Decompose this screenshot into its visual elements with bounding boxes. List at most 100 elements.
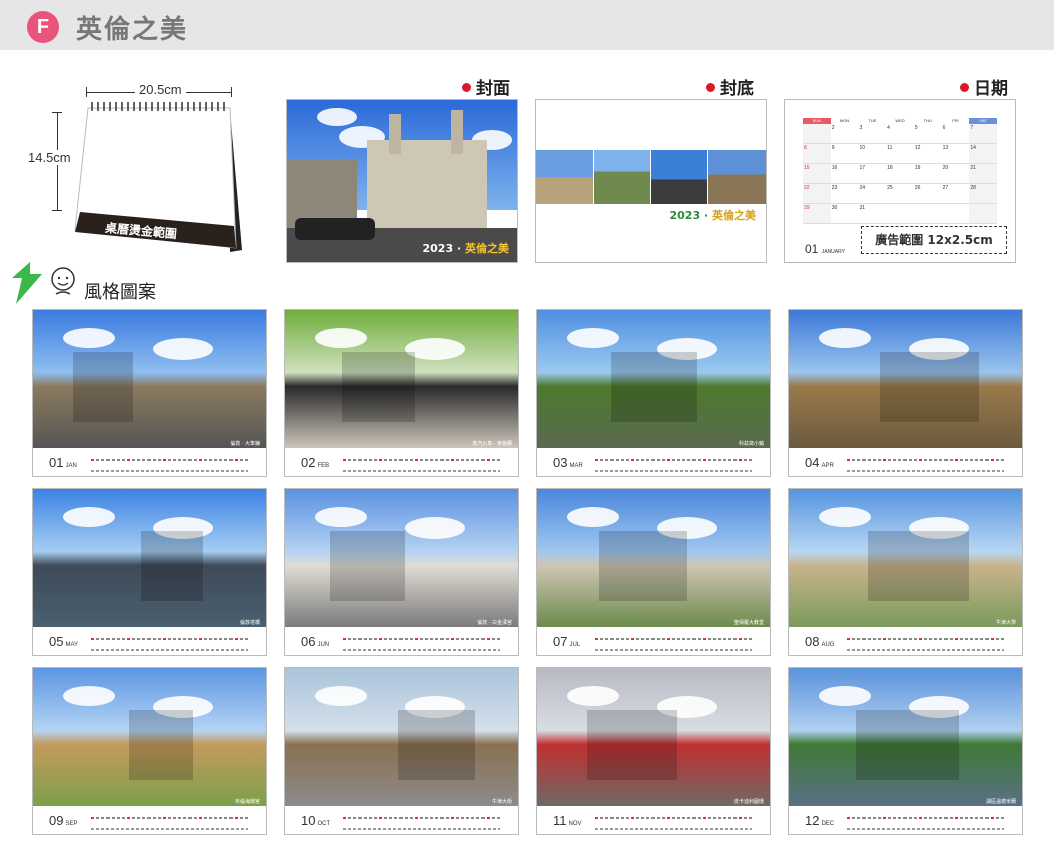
height-tick-top (52, 112, 62, 113)
style-section-title: 風格圖案 (84, 282, 156, 303)
date-cell: 9 (831, 145, 835, 151)
month-abbr: OCT (317, 821, 331, 827)
month-card-dec[interactable]: 湖區溫德米爾 12 DEC (788, 667, 1023, 835)
month-photo (285, 489, 518, 628)
date-cell: 27 (942, 185, 949, 191)
mini-calendar (343, 636, 500, 646)
date-cell (914, 204, 942, 223)
date-cell: 26 (914, 185, 921, 191)
style-badge: F (27, 11, 59, 43)
date-cell: 5 (914, 125, 918, 131)
photo-caption: 湖區溫德米爾 (985, 799, 1016, 805)
date-cell (803, 124, 831, 143)
date-cell (969, 204, 998, 223)
mini-calendar (595, 636, 752, 646)
date-month-label: 01 JANUARY (805, 242, 845, 256)
photo-caption: 牛津大學 (995, 620, 1016, 626)
month-abbr: APR (821, 463, 834, 469)
date-cell: 10 (859, 145, 865, 151)
month-abbr: SEP (65, 821, 78, 827)
bullet-dot-icon (960, 83, 969, 92)
month-abbr: NOV (568, 821, 582, 827)
mini-calendar-dates (847, 828, 1004, 830)
width-tick-right (231, 87, 232, 97)
photo-caption: 蒸汽火車 · 英格蘭 (472, 441, 512, 447)
date-cell: 14 (969, 144, 998, 163)
mini-calendar-dates (595, 828, 752, 830)
ad-area: 廣告範圍 12x2.5cm (861, 226, 1007, 254)
month-abbr: JUN (317, 642, 330, 648)
date-page-preview[interactable]: SUN MON TUE WED THU FRI SAT 2 3 4 5 6 7 8 9 10 11 12 13 14 1… (784, 99, 1016, 263)
date-cell: 11 (887, 145, 893, 151)
mini-calendar-dates (343, 470, 500, 472)
month-abbr: AUG (821, 642, 835, 648)
month-photo (537, 310, 770, 449)
month-label: 01 JAN (49, 455, 77, 470)
cover-preview[interactable]: 2023 · 英倫之美 (286, 99, 518, 263)
month-label: 08 AUG (805, 634, 834, 649)
date-cell: 17 (859, 165, 865, 171)
date-cell: 24 (859, 185, 865, 191)
date-cell: 6 (942, 125, 946, 131)
date-cell: 12 (914, 145, 921, 151)
date-cell: 19 (914, 165, 921, 171)
month-number: 11 (553, 813, 567, 828)
date-cell: 25 (887, 185, 893, 191)
mini-calendar-dates (91, 828, 248, 830)
date-cell: 28 (969, 184, 998, 203)
month-card-nov[interactable]: 皮卡迪利圓環 11 NOV (536, 667, 771, 835)
month-photo (789, 489, 1022, 628)
month-photo (33, 310, 266, 449)
photo-caption: 布倫海姆宮 (234, 799, 260, 805)
mini-calendar (91, 636, 248, 646)
mini-calendar (343, 457, 500, 467)
date-cell (886, 204, 914, 223)
width-label: 20.5cm (135, 82, 186, 97)
mini-calendar (847, 636, 1004, 646)
month-photo (789, 310, 1022, 449)
cover-section-label: 封面 (462, 74, 510, 99)
date-cell: 4 (887, 125, 890, 131)
date-cell: 30 (831, 205, 838, 211)
photo-caption: 皮卡迪利圓環 (733, 799, 764, 805)
month-label: 07 JUL (553, 634, 580, 649)
mini-calendar-dates (595, 649, 752, 651)
date-grid: SUN MON TUE WED THU FRI SAT 2 3 4 5 6 7 8 9 10 11 12 13 14 1… (803, 118, 998, 224)
month-card-jan[interactable]: 倫敦 · 大笨鐘 01 JAN (32, 309, 267, 477)
month-number: 07 (553, 634, 568, 649)
month-card-jun[interactable]: 倫敦 · 白金漢宮 06 JUN (284, 488, 519, 656)
mini-calendar-dates (343, 828, 500, 830)
date-cell: 15 (803, 164, 831, 183)
photo-caption: 倫敦塔橋 (239, 620, 260, 626)
month-card-mar[interactable]: 科茲窩小鎮 03 MAR (536, 309, 771, 477)
mini-calendar-dates (91, 649, 248, 651)
photo-caption: 倫敦 · 大笨鐘 (230, 441, 260, 447)
month-abbr: JAN (65, 463, 77, 469)
mini-calendar-dates (847, 649, 1004, 651)
back-preview[interactable]: 2023 · 英倫之美 (535, 99, 767, 263)
month-number: 10 (301, 813, 316, 828)
month-card-feb[interactable]: 蒸汽火車 · 英格蘭 02 FEB (284, 309, 519, 477)
date-cell: 7 (969, 124, 998, 143)
month-card-sep[interactable]: 布倫海姆宮 09 SEP (32, 667, 267, 835)
month-label: 05 MAY (49, 634, 78, 649)
style-arrow-icon (6, 262, 42, 304)
month-label: 12 DEC (805, 813, 834, 828)
month-photo (285, 310, 518, 449)
mini-calendar (847, 815, 1004, 825)
width-tick-left (86, 87, 87, 97)
month-card-apr[interactable]: 04 APR (788, 309, 1023, 477)
photo-caption: 聖保羅大教堂 (733, 620, 764, 626)
height-label: 14.5cm (28, 150, 71, 165)
month-number: 05 (49, 634, 64, 649)
date-cell: 21 (969, 164, 998, 183)
month-card-oct[interactable]: 牛津大街 10 OCT (284, 667, 519, 835)
month-number: 03 (553, 455, 568, 470)
month-card-aug[interactable]: 牛津大學 08 AUG (788, 488, 1023, 656)
month-number: 04 (805, 455, 820, 470)
page-title: 英倫之美 (76, 15, 189, 45)
month-card-may[interactable]: 倫敦塔橋 05 MAY (32, 488, 267, 656)
back-caption: 2023 · 英倫之美 (669, 209, 757, 222)
month-number: 08 (805, 634, 820, 649)
month-card-jul[interactable]: 聖保羅大教堂 07 JUL (536, 488, 771, 656)
